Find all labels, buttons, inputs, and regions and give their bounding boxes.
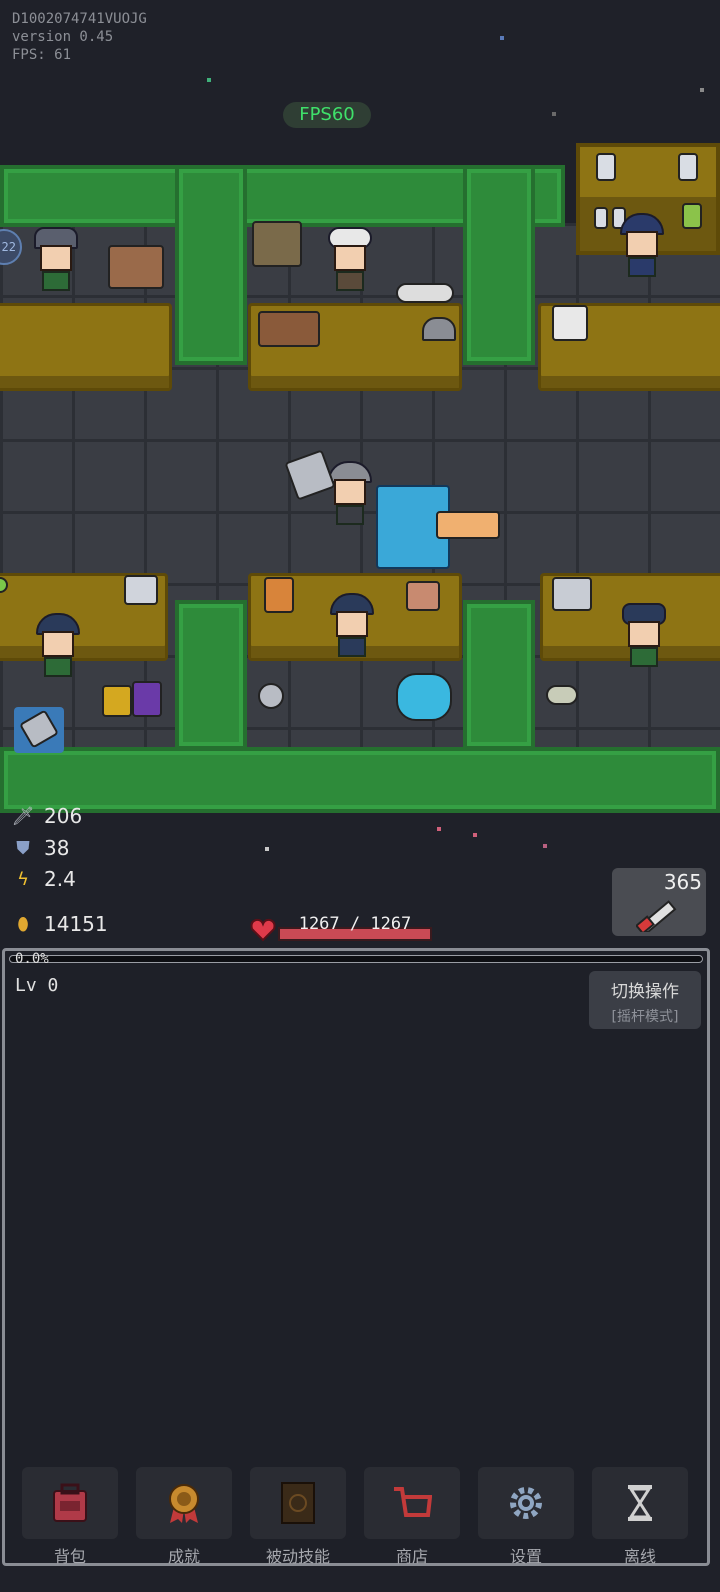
device-id-text: D1002074741VUOJG <box>12 11 147 27</box>
nav-label: 商店 <box>395 1547 428 1566</box>
broken-sword-icon <box>258 311 320 347</box>
fps-text: FPS: 61 <box>12 47 72 63</box>
xp-percent: 0.0% <box>15 951 49 967</box>
star-decoration <box>473 833 477 837</box>
pirate-npc[interactable] <box>616 603 672 669</box>
treasure-chest-icon <box>108 245 164 289</box>
heart-icon <box>250 918 276 942</box>
level-text: Lv 0 <box>15 975 59 996</box>
nav-label: 成就 <box>167 1547 200 1566</box>
potion-button[interactable]: 365 <box>612 868 706 936</box>
scale-icon <box>124 575 158 605</box>
hedge-pillar-left <box>175 165 247 365</box>
star-decoration <box>543 844 547 848</box>
nav-backpack[interactable]: 背包 <box>22 1467 118 1585</box>
gold-chest-icon <box>102 685 132 717</box>
medal-icon <box>169 1484 199 1523</box>
version-text: version 0.45 <box>12 29 114 45</box>
nav-settings[interactable]: 设置 <box>478 1467 574 1585</box>
hp-text: 1267 / 1267 <box>298 914 412 934</box>
star-decoration <box>265 847 269 851</box>
backpack-icon <box>53 1483 87 1522</box>
bottle-icon <box>678 153 698 181</box>
star-decoration <box>500 36 504 40</box>
nav-label: 离线 <box>623 1547 656 1566</box>
bottle-icon <box>596 153 616 181</box>
shield-icon: ⛊ <box>16 837 30 859</box>
scroll-icon <box>406 581 440 611</box>
pet-cat-orange <box>436 511 500 539</box>
wizard-npc[interactable] <box>614 213 670 279</box>
helmet-icon <box>422 317 456 341</box>
speed-value: 2.4 <box>44 867 76 891</box>
crystal-orbs-icon <box>396 673 452 721</box>
room-level-text: 22 <box>1 240 16 254</box>
hedge-pillar-right <box>463 165 535 365</box>
lightning-icon: ϟ <box>17 868 29 890</box>
attack-value: 206 <box>44 804 83 828</box>
bottle-icon <box>594 207 608 229</box>
ring-icon <box>258 683 284 709</box>
bone-skeleton-icon <box>552 577 592 611</box>
star-decoration <box>552 112 556 116</box>
hedge-bottom <box>0 747 720 813</box>
star-decoration <box>207 78 211 82</box>
plate-icon <box>396 283 454 303</box>
player-character[interactable] <box>322 461 382 533</box>
attack-stat: 🗡 206 <box>10 802 83 830</box>
nav-offline[interactable]: 离线 <box>592 1467 688 1585</box>
shop-cart-icon <box>394 1487 432 1517</box>
nav-achievements[interactable]: 成就 <box>136 1467 232 1585</box>
blacksmith-npc[interactable] <box>322 227 378 293</box>
stone-icon <box>546 685 578 705</box>
nav-label: 设置 <box>509 1547 542 1566</box>
defense-stat: ⛊ 38 <box>10 834 69 862</box>
nav-passive-skills[interactable]: 被动技能 <box>250 1467 346 1585</box>
purple-hat-icon <box>132 681 162 717</box>
hedge-pillar-left-lower <box>175 600 247 750</box>
fps-badge: FPS60 <box>283 102 371 128</box>
cookie-icon <box>264 577 294 613</box>
hourglass-icon <box>628 1485 652 1521</box>
anvil-icon <box>252 221 302 267</box>
hedge-pillar-right-lower <box>463 600 535 750</box>
switch-control-label: 切换操作 <box>611 982 679 1002</box>
nav-label: 被动技能 <box>265 1547 330 1566</box>
merchant-npc[interactable] <box>28 227 84 293</box>
hammer-icon <box>19 709 59 749</box>
potion-icon <box>636 900 677 932</box>
star-decoration <box>437 827 441 831</box>
nav-label: 背包 <box>53 1547 86 1566</box>
debug-info: D1002074741VUOJG version 0.45 FPS: 61 <box>12 10 147 64</box>
nav-shop[interactable]: 商店 <box>364 1467 460 1585</box>
shop-counter <box>0 303 172 391</box>
speed-stat: ϟ 2.4 <box>10 865 76 893</box>
gold-value: 14151 <box>44 912 108 936</box>
xp-bar <box>9 955 703 963</box>
gear-icon <box>510 1487 542 1519</box>
switch-control-mode: [摇杆模式] <box>611 1009 679 1025</box>
skill-book-icon <box>281 1482 315 1524</box>
coin-icon: ⬮ <box>17 913 29 935</box>
skill-slot-button[interactable] <box>14 707 64 753</box>
defense-value: 38 <box>44 836 70 860</box>
switch-control-button[interactable]: 切换操作 [摇杆模式] <box>589 971 701 1029</box>
adventurer-npc[interactable] <box>30 613 86 679</box>
star-decoration <box>700 88 704 92</box>
guard-npc[interactable] <box>324 593 380 659</box>
game-map[interactable]: 22 <box>0 143 720 820</box>
bottle-icon <box>682 203 702 229</box>
medicine-bottle-icon <box>552 305 588 341</box>
gold-stat: ⬮ 14151 <box>10 910 108 938</box>
hp-display: 1267 / 1267 <box>250 914 435 944</box>
sword-icon: 🗡 <box>11 805 35 827</box>
bottom-nav: 背包 成就 被动技能 商店 设置 离线 <box>0 1462 720 1592</box>
